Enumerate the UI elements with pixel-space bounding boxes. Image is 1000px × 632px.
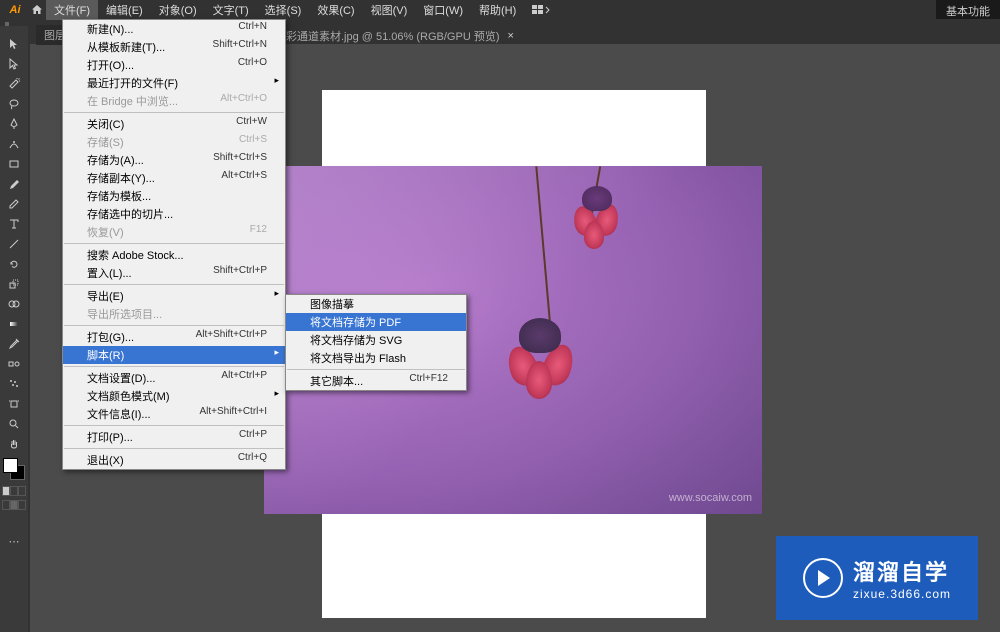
lasso-tool-icon[interactable] — [4, 95, 24, 113]
submenu-image-trace[interactable]: 图像描摹 — [286, 295, 466, 313]
menu-new[interactable]: 新建(N)...Ctrl+N — [63, 20, 285, 38]
pen-tool-icon[interactable] — [4, 115, 24, 133]
menubar: Ai 文件(F) 编辑(E) 对象(O) 文字(T) 选择(S) 效果(C) 视… — [0, 0, 1000, 19]
color-swatch[interactable] — [3, 458, 25, 480]
type-tool-icon[interactable] — [4, 215, 24, 233]
paintbrush-tool-icon[interactable] — [4, 175, 24, 193]
screen-mode-icons[interactable] — [2, 500, 26, 510]
menu-save-copy[interactable]: 存储副本(Y)...Alt+Ctrl+S — [63, 169, 285, 187]
menu-browse-bridge: 在 Bridge 中浏览...Alt+Ctrl+O — [63, 92, 285, 110]
menu-new-template[interactable]: 从模板新建(T)...Shift+Ctrl+N — [63, 38, 285, 56]
brand-overlay: 溜溜自学 zixue.3d66.com — [776, 536, 978, 620]
shape-builder-tool-icon[interactable] — [4, 295, 24, 313]
fg-color-icon[interactable] — [3, 458, 18, 473]
workspace-switcher[interactable]: 基本功能 — [936, 0, 1000, 19]
submenu-export-flash[interactable]: 将文档导出为 Flash — [286, 349, 466, 367]
menu-window[interactable]: 窗口(W) — [415, 0, 471, 20]
menu-print[interactable]: 打印(P)...Ctrl+P — [63, 428, 285, 446]
brand-subtitle: zixue.3d66.com — [853, 587, 951, 601]
app-logo: Ai — [2, 0, 28, 19]
close-icon[interactable]: × — [508, 30, 514, 42]
script-submenu: 图像描摹 将文档存储为 PDF 将文档存储为 SVG 将文档导出为 Flash … — [285, 294, 467, 391]
pencil-tool-icon[interactable] — [4, 195, 24, 213]
menu-exit[interactable]: 退出(X)Ctrl+Q — [63, 451, 285, 469]
document-tab[interactable]: 彩通道素材.jpg @ 51.06% (RGB/GPU 预览) × — [286, 28, 514, 44]
toolbar: ⋯ — [0, 26, 28, 632]
magic-wand-tool-icon[interactable] — [4, 75, 24, 93]
menu-export-selected: 导出所选项目... — [63, 305, 285, 323]
play-icon — [803, 558, 843, 598]
submenu-other-scripts[interactable]: 其它脚本...Ctrl+F12 — [286, 372, 466, 390]
scale-tool-icon[interactable] — [4, 275, 24, 293]
menu-script[interactable]: 脚本(R) — [63, 346, 285, 364]
edit-toolbar-icon[interactable]: ⋯ — [4, 532, 24, 550]
menu-edit[interactable]: 编辑(E) — [98, 0, 151, 20]
menu-color-mode[interactable]: 文档颜色模式(M) — [63, 387, 285, 405]
menu-open[interactable]: 打开(O)...Ctrl+O — [63, 56, 285, 74]
menu-revert: 恢复(V)F12 — [63, 223, 285, 241]
menu-open-recent[interactable]: 最近打开的文件(F) — [63, 74, 285, 92]
menu-save: 存储(S)Ctrl+S — [63, 133, 285, 151]
zoom-tool-icon[interactable] — [4, 415, 24, 433]
menu-save-as[interactable]: 存储为(A)...Shift+Ctrl+S — [63, 151, 285, 169]
menu-search-stock[interactable]: 搜索 Adobe Stock... — [63, 246, 285, 264]
gradient-tool-icon[interactable] — [4, 315, 24, 333]
direct-selection-tool-icon[interactable] — [4, 55, 24, 73]
menu-place[interactable]: 置入(L)...Shift+Ctrl+P — [63, 264, 285, 282]
file-menu-dropdown: 新建(N)...Ctrl+N 从模板新建(T)...Shift+Ctrl+N 打… — [62, 19, 286, 470]
rotate-tool-icon[interactable] — [4, 255, 24, 273]
rectangle-tool-icon[interactable] — [4, 155, 24, 173]
curvature-tool-icon[interactable] — [4, 135, 24, 153]
menu-save-selected-slices[interactable]: 存储选中的切片... — [63, 205, 285, 223]
menu-object[interactable]: 对象(O) — [151, 0, 205, 20]
menu-help[interactable]: 帮助(H) — [471, 0, 524, 20]
menu-view[interactable]: 视图(V) — [363, 0, 416, 20]
menu-file-info[interactable]: 文件信息(I)...Alt+Shift+Ctrl+I — [63, 405, 285, 423]
menu-file[interactable]: 文件(F) — [46, 0, 98, 20]
selection-tool-icon[interactable] — [4, 35, 24, 53]
menu-doc-setup[interactable]: 文档设置(D)...Alt+Ctrl+P — [63, 369, 285, 387]
menu-type[interactable]: 文字(T) — [205, 0, 257, 20]
menu-close[interactable]: 关闭(C)Ctrl+W — [63, 115, 285, 133]
brand-title: 溜溜自学 — [853, 555, 949, 587]
menu-select[interactable]: 选择(S) — [257, 0, 310, 20]
artboard-tool-icon[interactable] — [4, 395, 24, 413]
submenu-save-svg[interactable]: 将文档存储为 SVG — [286, 331, 466, 349]
home-icon[interactable] — [28, 4, 46, 16]
drawing-mode-icons[interactable] — [2, 486, 26, 496]
line-tool-icon[interactable] — [4, 235, 24, 253]
tab-title: 彩通道素材.jpg @ 51.06% (RGB/GPU 预览) — [286, 28, 500, 44]
eyedropper-tool-icon[interactable] — [4, 335, 24, 353]
menu-arrange-icon[interactable] — [524, 3, 558, 17]
menu-export[interactable]: 导出(E) — [63, 287, 285, 305]
menu-effect[interactable]: 效果(C) — [309, 0, 362, 20]
menu-package[interactable]: 打包(G)...Alt+Shift+Ctrl+P — [63, 328, 285, 346]
menu-save-template[interactable]: 存储为模板... — [63, 187, 285, 205]
hand-tool-icon[interactable] — [4, 435, 24, 453]
image-watermark: www.socaiw.com — [669, 492, 752, 504]
symbol-sprayer-tool-icon[interactable] — [4, 375, 24, 393]
submenu-save-pdf[interactable]: 将文档存储为 PDF — [286, 313, 466, 331]
blend-tool-icon[interactable] — [4, 355, 24, 373]
